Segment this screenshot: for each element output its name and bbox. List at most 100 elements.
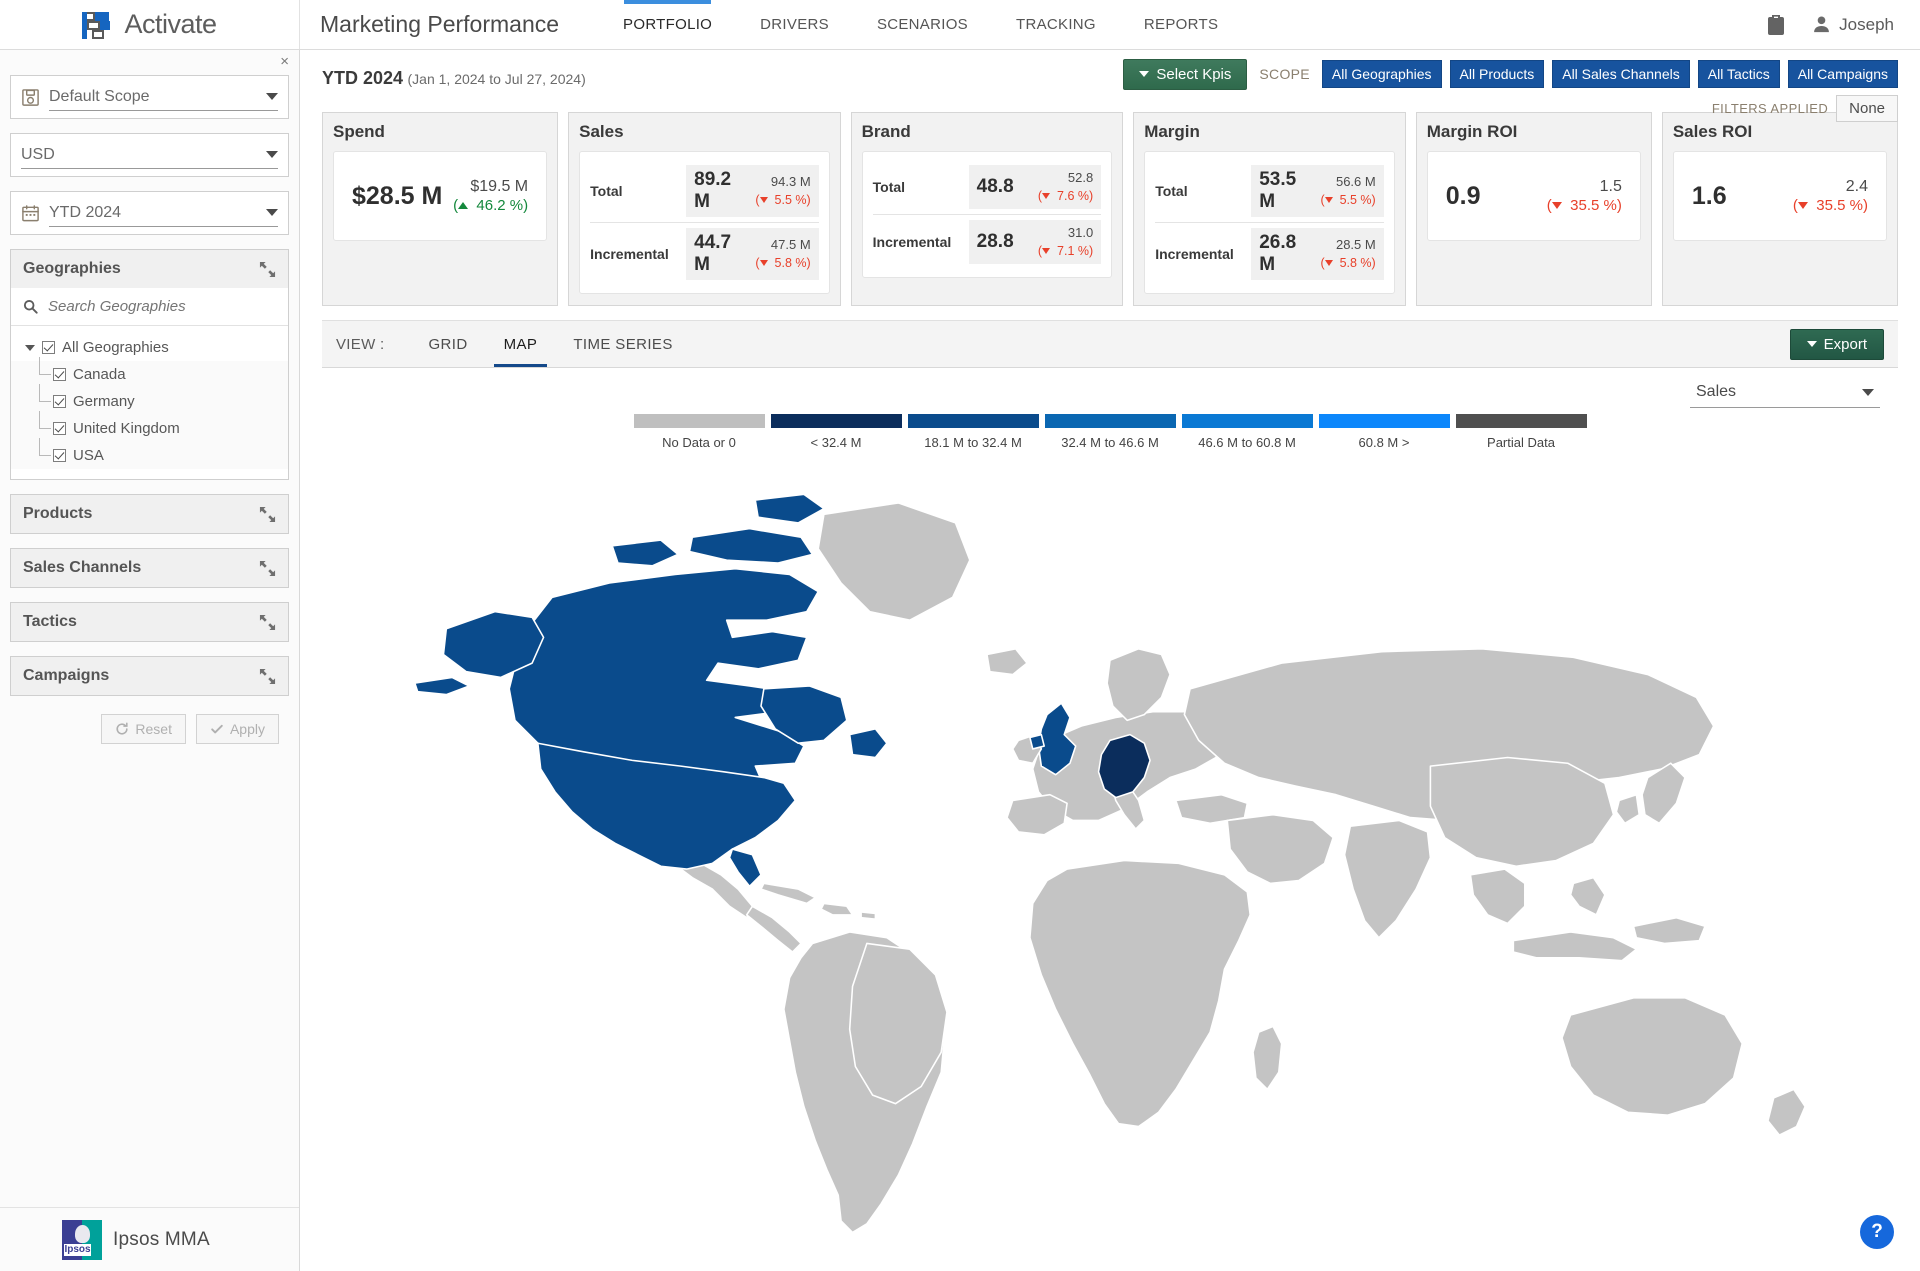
tree-row-germany[interactable]: Germany [11, 384, 288, 415]
country-puerto-rico[interactable] [860, 911, 877, 920]
expand-icon[interactable] [259, 614, 276, 631]
tab-map[interactable]: MAP [486, 321, 556, 367]
tree-row-united-kingdom[interactable]: United Kingdom [11, 411, 288, 442]
nav-drivers[interactable]: DRIVERS [736, 0, 853, 49]
scope-chip-all-campaigns[interactable]: All Campaigns [1787, 60, 1898, 88]
kpi-row-label: Incremental [872, 234, 952, 250]
country-scandinavia[interactable] [1106, 648, 1171, 722]
kpi-card-margin: Margin Total 53.5 M 56.6 M ( 5.5 %) Incr… [1133, 112, 1406, 306]
country-hispaniola[interactable] [820, 902, 854, 916]
checkbox-usa[interactable] [53, 449, 66, 462]
tactics-panel-header[interactable]: Tactics [11, 603, 288, 641]
currency-select[interactable]: USD [10, 133, 289, 177]
checkbox-all-geographies[interactable] [42, 341, 55, 354]
scope-chip-all-products[interactable]: All Products [1449, 60, 1545, 88]
country-usa-aleutians[interactable] [414, 676, 470, 696]
country-southeast-asia[interactable] [1469, 868, 1526, 925]
checkbox-united-kingdom[interactable] [53, 422, 66, 435]
country-new-guinea[interactable] [1632, 916, 1706, 945]
country-usa-florida[interactable] [728, 848, 762, 888]
geographies-search[interactable] [11, 288, 288, 326]
reset-button[interactable]: Reset [101, 714, 186, 744]
nav-portfolio[interactable]: PORTFOLIO [599, 0, 736, 49]
country-madagascar[interactable] [1252, 1025, 1283, 1091]
expand-icon[interactable] [259, 560, 276, 577]
export-button[interactable]: Export [1789, 328, 1884, 360]
scope-chip-all-sales-channels[interactable]: All Sales Channels [1552, 60, 1690, 88]
kpi-previous: $19.5 M [470, 178, 529, 196]
world-map[interactable] [322, 460, 1898, 1261]
country-canada-newfoundland[interactable] [848, 728, 888, 759]
tree-row-usa[interactable]: USA [11, 438, 288, 469]
app-logo[interactable]: Activate [0, 0, 300, 49]
sales-channels-panel-header[interactable]: Sales Channels [11, 549, 288, 587]
select-kpis-button[interactable]: Select Kpis [1123, 58, 1248, 90]
country-china[interactable] [1429, 756, 1615, 868]
expand-icon[interactable] [259, 506, 276, 523]
country-indonesia[interactable] [1512, 931, 1638, 962]
geographies-panel-header[interactable]: Geographies [11, 250, 288, 288]
nav-scenarios[interactable]: SCENARIOS [853, 0, 992, 49]
geographies-tree: All Geographies Canada Germany United Ki… [11, 326, 288, 479]
country-new-zealand[interactable] [1767, 1088, 1806, 1136]
expand-icon[interactable] [259, 668, 276, 685]
select-kpis-label: Select Kpis [1156, 65, 1232, 83]
scope-label: SCOPE [1259, 66, 1310, 82]
checkbox-canada[interactable] [53, 368, 66, 381]
legend-item: 60.8 M > [1316, 414, 1453, 450]
legend-item: No Data or 0 [631, 414, 768, 450]
country-cuba[interactable] [760, 882, 817, 905]
campaigns-panel-header[interactable]: Campaigns [11, 657, 288, 695]
map-metric-select[interactable]: Sales [1690, 378, 1880, 408]
scope-select[interactable]: Default Scope [10, 75, 289, 119]
world-map-svg[interactable] [322, 460, 1898, 1261]
kpi-row-delta: ( 5.8 %) [1320, 256, 1376, 270]
country-africa[interactable] [1029, 859, 1251, 1128]
legend-swatch [1318, 414, 1450, 428]
kpi-row-total: Total 89.2 M 94.3 M ( 5.5 %) [590, 160, 819, 222]
scope-chip-all-geographies[interactable]: All Geographies [1321, 60, 1442, 88]
trend-down-icon [1324, 260, 1333, 266]
tree-row-all-geographies[interactable]: All Geographies [11, 334, 288, 361]
country-canada-arctic-1[interactable] [688, 527, 814, 564]
scope-chip-all-tactics[interactable]: All Tactics [1697, 60, 1780, 88]
nav-reports[interactable]: REPORTS [1120, 0, 1242, 49]
country-central-america[interactable] [745, 905, 802, 953]
tab-grid[interactable]: GRID [410, 321, 485, 367]
kpi-previous: 2.4 [1845, 178, 1868, 196]
legend-item: 18.1 M to 32.4 M [905, 414, 1042, 450]
tree-label: All Geographies [62, 339, 169, 356]
period-select[interactable]: YTD 2024 [10, 191, 289, 235]
country-canada-arctic-3[interactable] [754, 493, 825, 524]
close-sidebar-button[interactable]: × [280, 50, 299, 69]
checkbox-germany[interactable] [53, 395, 66, 408]
nav-tracking[interactable]: TRACKING [992, 0, 1120, 49]
country-iceland[interactable] [986, 648, 1028, 676]
search-input[interactable] [48, 298, 276, 315]
clipboard-icon[interactable] [1766, 14, 1786, 36]
apply-button[interactable]: Apply [195, 714, 279, 744]
country-iberia[interactable] [1006, 793, 1068, 836]
products-panel-header[interactable]: Products [11, 495, 288, 533]
caret-down-icon[interactable] [25, 344, 35, 351]
country-india[interactable] [1343, 819, 1432, 939]
country-australia[interactable] [1561, 997, 1744, 1116]
user-menu[interactable]: Joseph [1812, 15, 1894, 35]
header-actions: Joseph [1766, 0, 1920, 49]
country-uk-northern-ireland[interactable] [1029, 733, 1045, 750]
tree-row-canada[interactable]: Canada [11, 357, 288, 388]
help-button[interactable]: ? [1860, 1215, 1894, 1249]
campaigns-panel: Campaigns [10, 656, 289, 696]
refresh-icon [115, 722, 129, 736]
country-philippines[interactable] [1569, 876, 1606, 916]
country-greenland[interactable] [817, 502, 971, 621]
kpi-row-value: 89.2 M [694, 169, 732, 212]
filters-applied-value[interactable]: None [1836, 95, 1898, 122]
country-korea[interactable] [1615, 793, 1641, 825]
expand-icon[interactable] [259, 261, 276, 278]
currency-select-value: USD [21, 145, 55, 163]
country-canada-arctic-2[interactable] [611, 539, 679, 567]
country-middle-east[interactable] [1226, 813, 1334, 885]
trend-down-icon [1042, 248, 1051, 254]
tab-time-series[interactable]: TIME SERIES [555, 321, 690, 367]
